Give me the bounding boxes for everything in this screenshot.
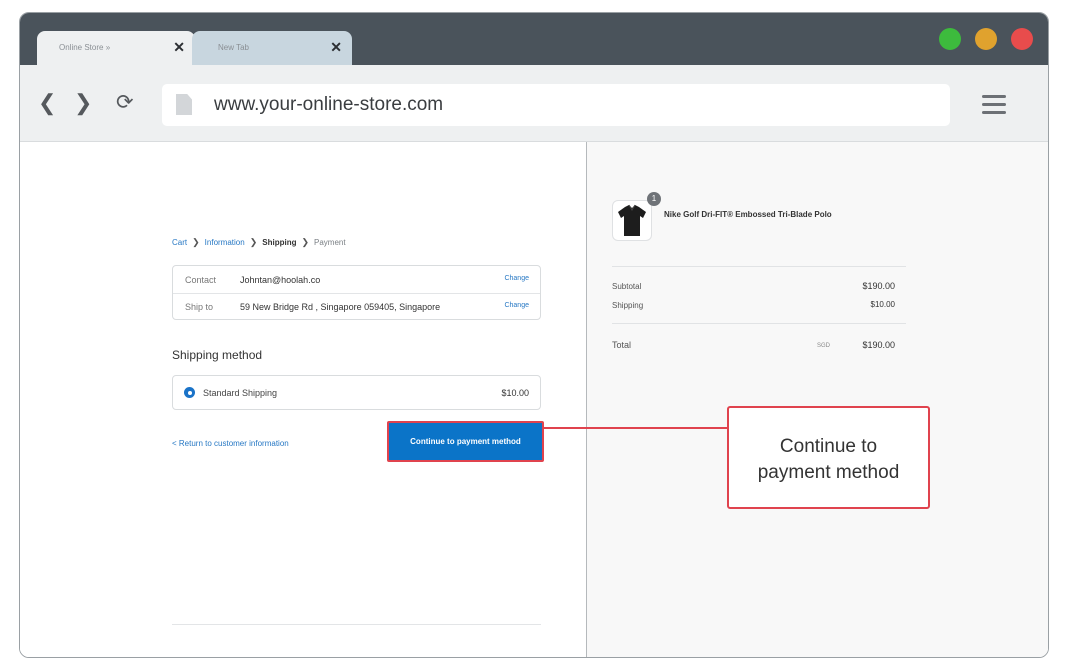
divider [612, 266, 906, 267]
breadcrumb-information[interactable]: Information [205, 238, 245, 247]
callout-line-1: Continue to [779, 436, 878, 457]
title-bar: Online Store » ✕ New Tab ✕ [20, 13, 1048, 65]
shipping-option-price: $10.00 [501, 388, 529, 398]
breadcrumb-cart[interactable]: Cart [172, 238, 187, 247]
chevron-right-icon: ❯ [249, 237, 258, 247]
ship-to-row: Ship to 59 New Bridge Rd , Singapore 059… [173, 293, 540, 320]
page-content: Cart ❯ Information ❯ Shipping ❯ Payment Contac… [20, 142, 1048, 657]
currency-label: SGD [817, 343, 831, 349]
breadcrumb-payment: Payment [314, 238, 346, 247]
quantity-badge: 1 [647, 192, 661, 206]
back-icon[interactable]: ❮ [38, 91, 56, 115]
page-icon [176, 94, 192, 115]
product-name: Nike Golf Dri-FIT® Embossed Tri-Blade Po… [664, 210, 832, 219]
maximize-button[interactable] [939, 28, 961, 50]
radio-selected-icon[interactable] [184, 387, 195, 398]
change-address-link[interactable]: Change [504, 302, 529, 309]
callout-connector [544, 427, 728, 429]
shipping-option-name: Standard Shipping [203, 388, 278, 398]
ship-to-value: 59 New Bridge Rd , Singapore 059405, Sin… [240, 302, 441, 312]
breadcrumb: Cart ❯ Information ❯ Shipping ❯ Payment [172, 237, 346, 248]
callout-line-2: payment method [757, 462, 900, 483]
change-contact-link[interactable]: Change [504, 275, 529, 282]
callout-box: Continue to payment method [727, 406, 930, 509]
ship-to-label: Ship to [185, 302, 214, 312]
contact-row: Contact Johntan@hoolah.co Change [173, 266, 540, 294]
contact-label: Contact [185, 275, 217, 285]
contact-value: Johntan@hoolah.co [240, 275, 321, 285]
close-window-button[interactable] [1011, 28, 1033, 50]
menu-icon[interactable] [982, 95, 1006, 119]
continue-to-payment-button[interactable]: Continue to payment method [387, 421, 544, 462]
breadcrumb-shipping: Shipping [262, 238, 297, 247]
minimize-button[interactable] [975, 28, 997, 50]
order-summary: 1 Nike Golf Dri-FIT® Embossed Tri-Blade … [587, 142, 1048, 657]
polo-shirt-icon [618, 204, 646, 236]
product-thumbnail [612, 200, 652, 241]
divider [612, 323, 906, 324]
checkout-pane: Cart ❯ Information ❯ Shipping ❯ Payment Contac… [20, 142, 586, 657]
review-box: Contact Johntan@hoolah.co Change Ship to… [172, 265, 541, 320]
return-link[interactable]: < Return to customer information [172, 439, 289, 448]
shipping-method-title: Shipping method [172, 348, 263, 362]
reload-icon[interactable]: ⟳ [116, 91, 134, 115]
divider [172, 624, 541, 625]
tab-new-tab[interactable]: New Tab ✕ [192, 31, 352, 65]
browser-toolbar: ❮ ❯ ⟳ www.your-online-store.com [20, 65, 1048, 142]
close-icon[interactable]: ✕ [330, 39, 342, 55]
subtotal-label: Subtotal [612, 282, 642, 291]
url-text: www.your-online-store.com [214, 94, 444, 115]
chevron-right-icon: ❯ [192, 237, 200, 247]
shipping-value: $10.00 [870, 300, 895, 309]
total-label: Total [612, 340, 632, 350]
shipping-label: Shipping [612, 301, 644, 310]
address-bar[interactable]: www.your-online-store.com [162, 84, 950, 126]
chevron-right-icon: ❯ [301, 237, 310, 247]
shipping-option[interactable]: Standard Shipping $10.00 [172, 375, 541, 410]
browser-window: Online Store » ✕ New Tab ✕ ❮ ❯ ⟳ www.you… [19, 12, 1049, 658]
tab-label: New Tab [218, 43, 249, 52]
tab-label: Online Store » [59, 43, 111, 52]
tab-online-store[interactable]: Online Store » ✕ [37, 31, 195, 65]
close-icon[interactable]: ✕ [173, 39, 185, 55]
total-value: $190.00 [862, 340, 895, 350]
forward-icon[interactable]: ❯ [74, 91, 92, 115]
subtotal-value: $190.00 [862, 281, 895, 291]
